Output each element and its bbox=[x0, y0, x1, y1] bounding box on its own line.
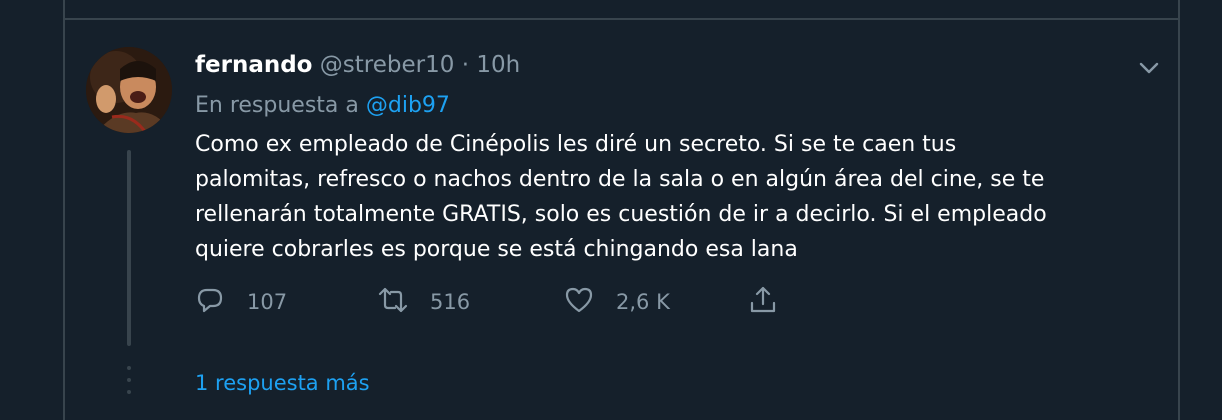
author-name[interactable]: fernando bbox=[195, 52, 312, 78]
show-more-replies-link[interactable]: 1 respuesta más bbox=[195, 368, 370, 398]
retweet-button[interactable]: 516 bbox=[378, 284, 470, 320]
author-handle[interactable]: @streber10 bbox=[320, 52, 455, 78]
tweet-text: Como ex empleado de Cinépolis les diré u… bbox=[195, 132, 1047, 262]
reply-context: En respuesta a @dib97 bbox=[195, 91, 450, 121]
header-separator: · bbox=[461, 52, 469, 78]
reply-prefix: En respuesta a bbox=[195, 93, 359, 118]
thread-connector-line bbox=[127, 150, 131, 346]
reply-mention-link[interactable]: @dib97 bbox=[366, 93, 450, 118]
reply-icon bbox=[195, 285, 225, 320]
tweet-thread-page: fernando @streber10 · 10h En respuesta a… bbox=[0, 0, 1222, 420]
reply-button[interactable]: 107 bbox=[195, 284, 287, 320]
reply-count: 107 bbox=[247, 290, 288, 314]
share-icon bbox=[748, 285, 778, 320]
share-button[interactable] bbox=[748, 284, 778, 320]
heart-icon bbox=[564, 285, 594, 320]
column-border-left bbox=[63, 0, 65, 420]
like-button[interactable]: 2,6 K bbox=[564, 284, 670, 320]
tweet-divider bbox=[65, 18, 1178, 20]
tweet-timestamp[interactable]: 10h bbox=[476, 52, 520, 78]
retweet-count: 516 bbox=[430, 290, 471, 314]
tweet-header: fernando @streber10 · 10h bbox=[195, 50, 520, 80]
tweet-actions: 107 516 2,6 K bbox=[195, 284, 835, 320]
column-border-right bbox=[1178, 0, 1180, 420]
chevron-down-icon[interactable] bbox=[1137, 56, 1161, 80]
avatar[interactable] bbox=[86, 47, 172, 133]
retweet-icon bbox=[378, 285, 408, 320]
thread-connector-dots bbox=[127, 366, 131, 406]
like-count: 2,6 K bbox=[616, 290, 670, 314]
avatar-image bbox=[86, 47, 172, 133]
